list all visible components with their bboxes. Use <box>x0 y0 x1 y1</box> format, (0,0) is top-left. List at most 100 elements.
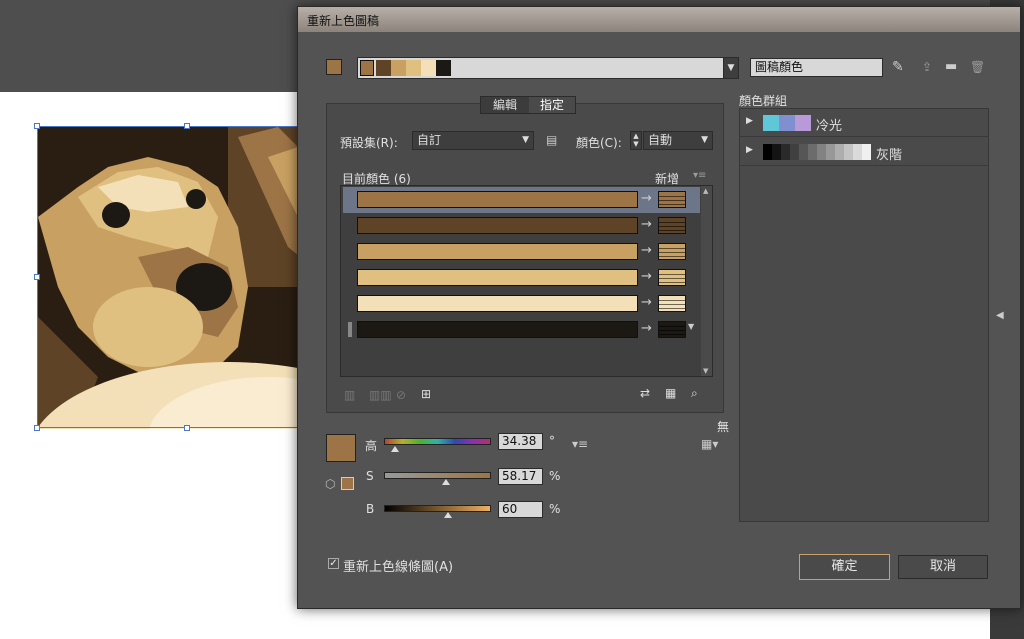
arrow-right-icon[interactable]: → <box>641 295 652 310</box>
fill-swatch[interactable] <box>326 434 356 462</box>
brightness-slider[interactable] <box>384 505 491 512</box>
selection-handle[interactable] <box>34 425 40 431</box>
collapse-panel-icon[interactable]: ◀ <box>996 310 1004 321</box>
selection-handle[interactable] <box>34 274 40 280</box>
colors-stepper[interactable]: ▲ ▼ <box>630 131 642 150</box>
group-swatch[interactable] <box>853 144 862 160</box>
new-color-swatch[interactable] <box>658 269 686 286</box>
scroll-down-icon[interactable]: ▼ <box>703 367 708 375</box>
recolor-art-checkbox[interactable]: ✓ <box>328 558 339 569</box>
group-swatch[interactable] <box>799 144 808 160</box>
brightness-input[interactable]: 60 <box>498 501 543 518</box>
arrow-right-icon[interactable]: → <box>641 217 652 232</box>
color-group-row[interactable]: ▶ 冷光 <box>740 109 988 137</box>
find-color-icon[interactable]: ⌕ <box>691 386 698 401</box>
group-swatch[interactable] <box>772 144 781 160</box>
saturation-input[interactable]: 58.17 <box>498 468 543 485</box>
group-swatch[interactable] <box>817 144 826 160</box>
current-color-bar[interactable] <box>357 321 638 338</box>
group-swatch[interactable] <box>795 115 811 131</box>
arrow-right-icon[interactable]: → <box>641 269 652 284</box>
color-row[interactable]: → <box>343 265 700 291</box>
expand-triangle-icon[interactable]: ▶ <box>746 145 753 155</box>
artwork-colors-field[interactable]: 圖稿顏色 <box>750 58 883 77</box>
color-row[interactable]: → <box>343 213 700 239</box>
strip-swatch[interactable] <box>436 60 451 76</box>
color-mode-icon[interactable]: ▦▾ <box>701 437 718 451</box>
group-swatch[interactable] <box>826 144 835 160</box>
color-group-row[interactable]: ▶ 灰階 <box>740 138 988 166</box>
arrow-right-icon[interactable]: → <box>641 321 652 336</box>
selection-bounding-box <box>37 126 337 428</box>
strip-swatch[interactable] <box>391 60 406 76</box>
strip-swatch[interactable] <box>376 60 391 76</box>
dialog-titlebar[interactable]: 重新上色圖稿 <box>298 7 1020 32</box>
scroll-up-icon[interactable]: ▲ <box>703 187 708 195</box>
color-strip-dropdown[interactable]: ▼ <box>723 57 739 79</box>
current-color-bar[interactable] <box>357 269 638 286</box>
hue-slider-thumb[interactable] <box>391 446 399 452</box>
active-color-swatch[interactable] <box>326 59 342 75</box>
group-swatch[interactable] <box>862 144 871 160</box>
randomize-saturation-icon[interactable]: ▦ <box>665 386 676 400</box>
color-row[interactable]: → <box>343 239 700 265</box>
new-folder-icon[interactable]: ▬ <box>945 59 957 74</box>
eyedropper-icon[interactable]: ✎ <box>892 59 904 75</box>
exclude-colors-icon[interactable]: ⊘ <box>396 388 406 402</box>
scrollbar[interactable]: ▲ ▼ <box>701 186 712 376</box>
new-color-swatch[interactable] <box>658 295 686 312</box>
color-strip-field[interactable] <box>357 57 724 79</box>
saturation-slider-thumb[interactable] <box>442 479 450 485</box>
color-row[interactable]: → <box>343 187 700 213</box>
brightness-slider-thumb[interactable] <box>444 512 452 518</box>
cancel-button[interactable]: 取消 <box>898 555 988 579</box>
slider-options-icon[interactable]: ▾≡ <box>572 437 588 451</box>
selection-handle[interactable] <box>34 123 40 129</box>
arrow-right-icon[interactable]: → <box>641 243 652 258</box>
merge-colors-icon[interactable]: ▥ <box>344 388 355 402</box>
tab-edit[interactable]: 編輯 <box>481 97 529 113</box>
group-swatch[interactable] <box>835 144 844 160</box>
new-color-swatch[interactable] <box>658 217 686 234</box>
ok-button[interactable]: 確定 <box>799 554 890 580</box>
row-grip-handle[interactable] <box>348 322 352 337</box>
chevron-down-icon[interactable]: ▼ <box>688 322 694 331</box>
current-color-bar[interactable] <box>357 217 638 234</box>
new-color-swatch[interactable] <box>658 191 686 208</box>
expand-triangle-icon[interactable]: ▶ <box>746 116 753 126</box>
tab-assign[interactable]: 指定 <box>529 97 575 113</box>
selection-handle[interactable] <box>184 123 190 129</box>
color-row[interactable]: → <box>343 291 700 317</box>
group-swatch[interactable] <box>763 144 772 160</box>
colors-dropdown[interactable]: 自動 ▼ <box>643 131 713 150</box>
group-swatch[interactable] <box>844 144 853 160</box>
hue-input[interactable]: 34.38 <box>498 433 543 450</box>
current-color-bar[interactable] <box>357 243 638 260</box>
group-swatch[interactable] <box>781 144 790 160</box>
separate-colors-icon[interactable]: ▥▥ <box>369 388 392 402</box>
strip-swatch[interactable] <box>406 60 421 76</box>
current-color-bar[interactable] <box>357 295 638 312</box>
delete-icon[interactable]: 🗑 <box>970 60 985 74</box>
new-row-icon[interactable]: ⊞ <box>421 387 431 401</box>
web-safe-swatch[interactable] <box>341 477 354 490</box>
strip-swatch[interactable] <box>421 60 436 76</box>
randomize-order-icon[interactable]: ⇄ <box>640 386 650 400</box>
new-color-swatch[interactable] <box>658 243 686 260</box>
save-group-icon[interactable]: ⇪ <box>922 60 932 74</box>
group-swatch[interactable] <box>763 115 779 131</box>
current-color-bar[interactable] <box>357 191 638 208</box>
strip-swatch[interactable] <box>360 60 374 76</box>
group-swatch[interactable] <box>790 144 799 160</box>
hue-slider[interactable] <box>384 438 491 445</box>
new-color-swatch[interactable] <box>658 321 686 338</box>
selection-handle[interactable] <box>184 425 190 431</box>
group-swatch[interactable] <box>779 115 795 131</box>
list-menu-icon[interactable]: ▾≡ <box>693 170 706 181</box>
arrow-right-icon[interactable]: → <box>641 191 652 206</box>
group-swatch[interactable] <box>808 144 817 160</box>
preset-options-icon[interactable]: ▤ <box>546 133 557 147</box>
preset-dropdown[interactable]: 自訂 ▼ <box>412 131 534 150</box>
color-row[interactable]: → ▼ <box>343 317 700 343</box>
saturation-slider[interactable] <box>384 472 491 479</box>
